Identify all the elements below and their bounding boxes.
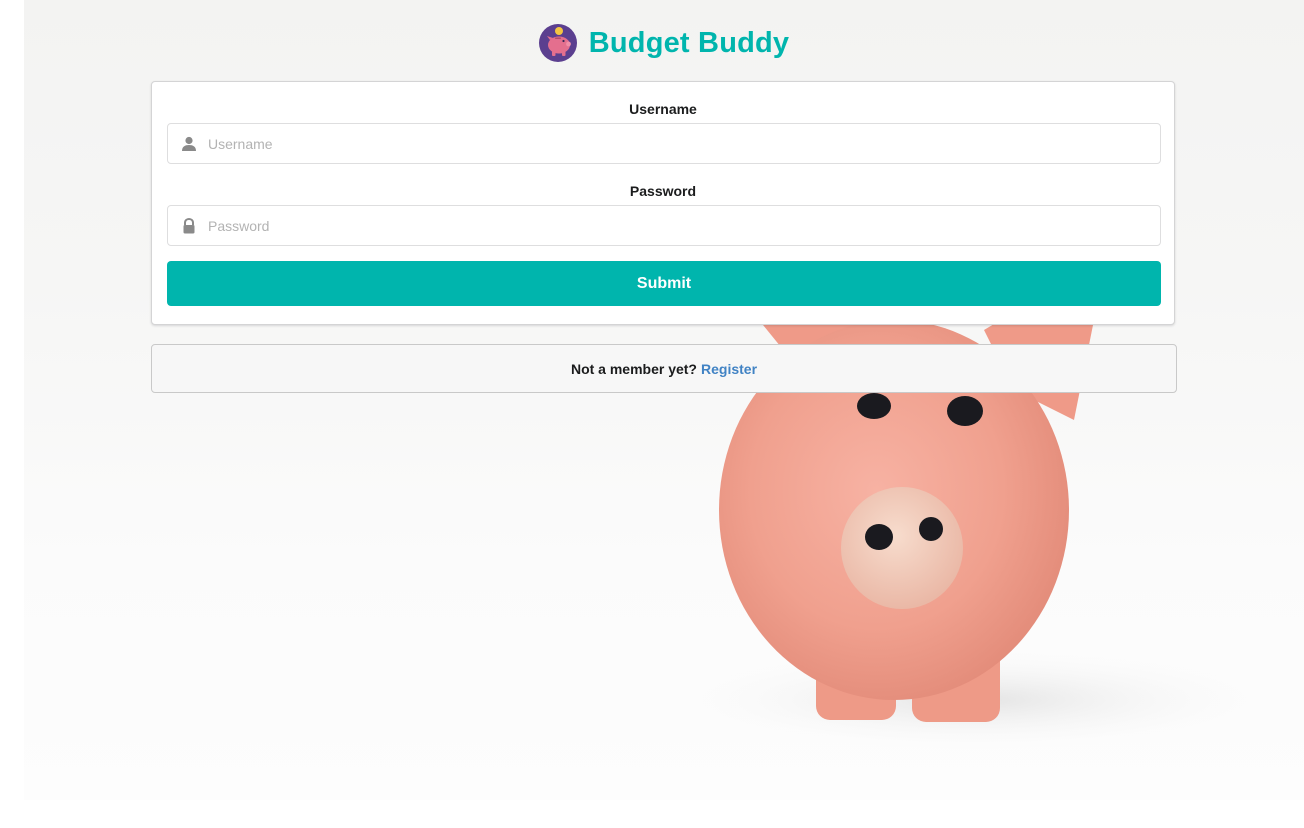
login-form: Username Password Submit	[151, 81, 1175, 325]
username-label: Username	[629, 101, 697, 117]
username-input[interactable]	[208, 124, 1148, 163]
password-field-wrapper	[167, 205, 1161, 246]
submit-button[interactable]: Submit	[167, 261, 1161, 306]
password-input[interactable]	[208, 206, 1148, 245]
user-icon	[182, 136, 196, 151]
piggy-bank-icon	[538, 24, 577, 62]
page-background: Budget Buddy Username Password Submit No…	[24, 0, 1304, 800]
app-title: Budget Buddy	[588, 26, 790, 59]
register-link[interactable]: Register	[701, 361, 757, 377]
password-label: Password	[629, 183, 697, 199]
lock-icon	[183, 218, 195, 234]
username-field-wrapper	[167, 123, 1161, 164]
app-header: Budget Buddy	[24, 18, 1304, 68]
register-message: Not a member yet? Register	[151, 344, 1177, 393]
register-prompt: Not a member yet?	[570, 360, 697, 377]
